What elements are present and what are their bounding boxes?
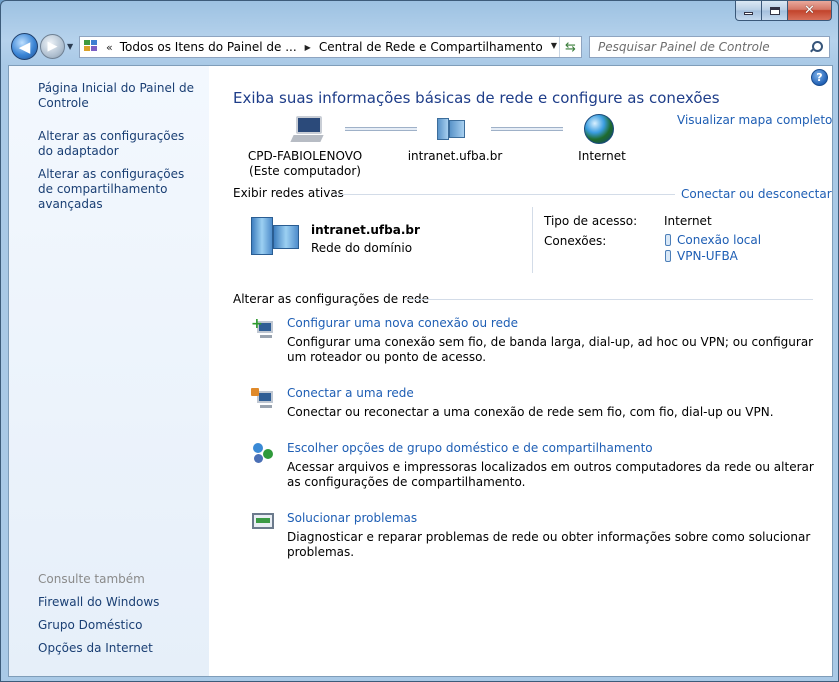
minimize-button[interactable] xyxy=(735,1,762,21)
map-connector xyxy=(345,127,417,131)
sidebar-item-advanced-sharing[interactable]: Alterar as configurações de compartilham… xyxy=(38,167,203,212)
homegroup-sharing-description: Acessar arquivos e impressoras localizad… xyxy=(287,460,814,489)
access-type-label: Tipo de acesso: xyxy=(544,214,638,228)
sidebar-item-home[interactable]: Página Inicial do Painel de Controle xyxy=(38,81,203,111)
client-area: Página Inicial do Painel de Controle Alt… xyxy=(8,65,833,677)
refresh-button[interactable]: ⇆ xyxy=(559,37,581,57)
internet-globe-icon[interactable] xyxy=(584,114,614,144)
navigation-bar: ◀ ▶ ▼ « Todos os Itens do Painel de ... … xyxy=(1,31,838,63)
close-icon: ✕ xyxy=(804,3,815,18)
page-title: Exiba suas informações básicas de rede e… xyxy=(233,89,720,107)
network-icon[interactable] xyxy=(437,116,467,142)
vertical-divider xyxy=(532,207,533,273)
control-panel-window: ✕ ◀ ▶ ▼ « Todos os Itens do Painel de ..… xyxy=(0,0,839,682)
divider xyxy=(405,299,813,300)
connection-vpn-label: VPN-UFBA xyxy=(677,249,738,263)
domain-network-icon xyxy=(251,217,301,257)
breadcrumb-all-items[interactable]: Todos os Itens do Painel de ... xyxy=(120,40,297,54)
breadcrumb-network-center[interactable]: Central de Rede e Compartilhamento xyxy=(319,40,543,54)
see-also-heading: Consulte também xyxy=(38,572,145,586)
computer-name: CPD-FABIOLENOVO xyxy=(247,149,363,163)
breadcrumb-arrow-icon[interactable]: ▶ xyxy=(305,43,311,52)
internet-label: Internet xyxy=(578,149,626,163)
refresh-icon: ⇆ xyxy=(565,39,576,55)
forward-button[interactable]: ▶ xyxy=(40,34,65,59)
address-bar[interactable]: « Todos os Itens do Painel de ... ▶ Cent… xyxy=(79,36,582,58)
forward-arrow-icon: ▶ xyxy=(47,39,58,54)
connection-local-label: Conexão local xyxy=(677,233,762,247)
connect-network-icon xyxy=(251,386,277,410)
homegroup-sharing-link[interactable]: Escolher opções de grupo doméstico e de … xyxy=(287,441,653,455)
computer-name-label: CPD-FABIOLENOVO (Este computador) xyxy=(245,149,365,179)
search-box[interactable]: Pesquisar Painel de Controle xyxy=(589,36,830,58)
connection-local-link[interactable]: Conexão local xyxy=(665,233,761,247)
sidebar-item-internet-options[interactable]: Opções da Internet xyxy=(38,641,203,656)
homegroup-icon xyxy=(251,441,277,465)
search-input[interactable]: Pesquisar Painel de Controle xyxy=(598,40,809,54)
troubleshoot-icon xyxy=(251,511,277,535)
address-dropdown-icon[interactable]: ▼ xyxy=(551,41,557,50)
connections-label: Conexões: xyxy=(544,234,607,248)
task-pane: Página Inicial do Painel de Controle Alt… xyxy=(9,66,209,676)
address-overflow-chevron[interactable]: « xyxy=(106,41,113,54)
main-content: Exiba suas informações básicas de rede e… xyxy=(209,66,834,676)
connection-vpn-link[interactable]: VPN-UFBA xyxy=(665,249,738,263)
divider xyxy=(335,194,675,195)
map-connector xyxy=(491,127,563,131)
search-icon[interactable] xyxy=(809,40,823,54)
maximize-button[interactable] xyxy=(762,1,788,21)
new-connection-link[interactable]: Configurar uma nova conexão ou rede xyxy=(287,316,518,330)
connect-disconnect-link[interactable]: Conectar ou desconectar xyxy=(681,187,832,201)
sidebar-item-adapter-settings[interactable]: Alterar as configurações do adaptador xyxy=(38,129,203,159)
control-panel-icon xyxy=(84,40,100,54)
maximize-icon xyxy=(769,6,780,15)
computer-icon[interactable] xyxy=(290,115,325,145)
back-arrow-icon: ◀ xyxy=(18,37,31,56)
close-button[interactable]: ✕ xyxy=(788,1,832,21)
active-network-type: Rede do domínio xyxy=(311,241,413,255)
new-connection-description: Configurar uma conexão sem fio, de banda… xyxy=(287,335,814,364)
sidebar-item-homegroup[interactable]: Grupo Doméstico xyxy=(38,618,203,633)
window-caption-buttons: ✕ xyxy=(735,1,832,21)
connect-network-description: Conectar ou reconectar a uma conexão de … xyxy=(287,405,774,419)
sidebar-item-firewall[interactable]: Firewall do Windows xyxy=(38,595,203,610)
connect-network-link[interactable]: Conectar a uma rede xyxy=(287,386,414,400)
active-network-name: intranet.ufba.br xyxy=(311,223,420,237)
access-type-value: Internet xyxy=(664,214,712,228)
back-button[interactable]: ◀ xyxy=(11,33,38,60)
view-full-map-link[interactable]: Visualizar mapa completo xyxy=(677,113,832,127)
network-connection-icon xyxy=(665,250,671,262)
minimize-icon xyxy=(744,12,753,15)
computer-subtitle: (Este computador) xyxy=(249,164,361,178)
new-connection-icon: + xyxy=(251,316,277,340)
troubleshoot-description: Diagnosticar e reparar problemas de rede… xyxy=(287,530,811,559)
chevron-down-icon: ▼ xyxy=(67,42,74,51)
network-connection-icon xyxy=(665,234,671,246)
recent-pages-dropdown[interactable]: ▼ xyxy=(67,42,73,51)
troubleshoot-link[interactable]: Solucionar problemas xyxy=(287,511,417,525)
change-settings-heading: Alterar as configurações de rede xyxy=(233,292,429,306)
network-name-label: intranet.ufba.br xyxy=(407,149,503,163)
active-networks-heading: Exibir redes ativas xyxy=(233,186,344,200)
